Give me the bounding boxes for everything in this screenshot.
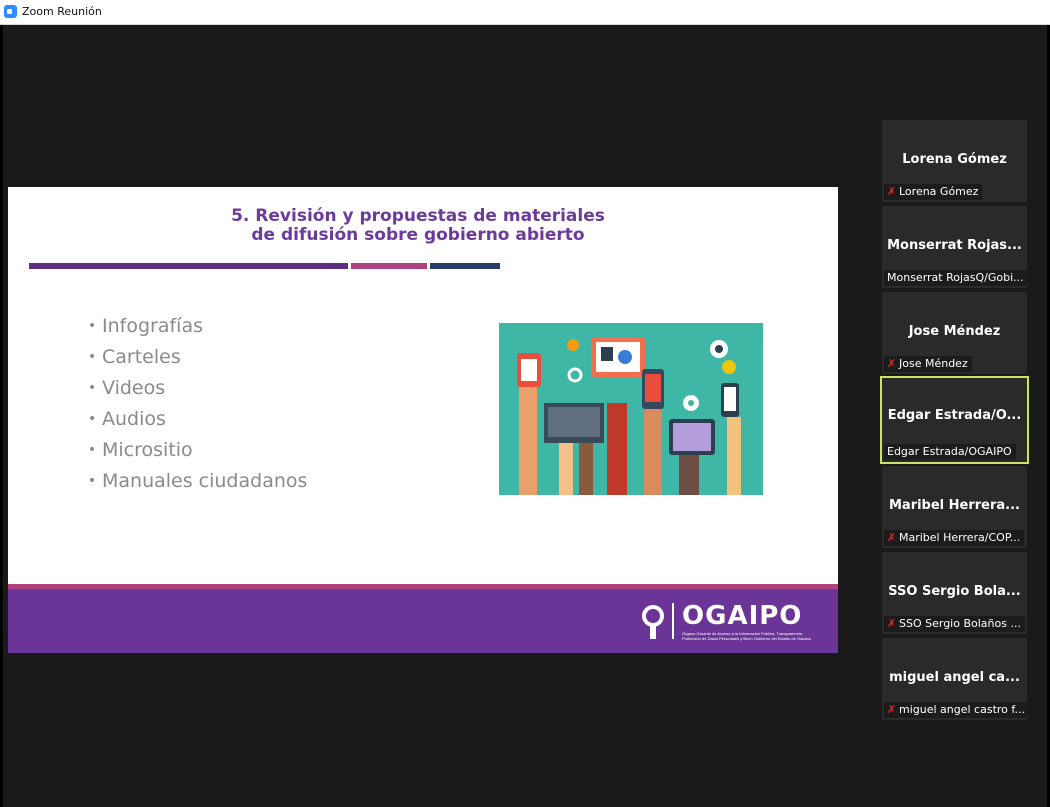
- bullet-item: • Manuales ciudadanos: [88, 470, 308, 492]
- zoom-app-icon: [4, 5, 17, 18]
- participant-name: Lorena Gómez: [902, 152, 1007, 167]
- mic-muted-icon: ✗: [887, 617, 897, 630]
- participant-name: Maribel Herrera...: [888, 498, 1020, 513]
- mic-muted-icon: ✗: [887, 357, 897, 370]
- participant-name: miguel angel ca...: [889, 670, 1020, 685]
- shared-screen-slide: 5. Revisión y propuestas de materiales d…: [8, 187, 838, 653]
- bullet-item: • Audios: [88, 408, 166, 430]
- participant-name: Jose Méndez: [908, 324, 1001, 339]
- slide-title-line-2: de difusión sobre gobierno abierto: [251, 225, 585, 245]
- participant-label: ✗ Jose Méndez: [884, 356, 972, 372]
- bullet-item: • Carteles: [88, 346, 181, 368]
- participant-tile[interactable]: Jose Méndez ✗ Jose Méndez: [882, 292, 1027, 374]
- bullet-item: • Videos: [88, 377, 166, 399]
- participant-name: Edgar Estrada/O...: [887, 408, 1022, 423]
- participant-tile[interactable]: miguel angel ca... ✗ miguel angel castro …: [882, 638, 1028, 720]
- mic-muted-icon: ✗: [887, 185, 897, 198]
- window-title: Zoom Reunión: [22, 5, 102, 18]
- title-underline-pink: [351, 263, 427, 269]
- participant-tile[interactable]: Lorena Gómez ✗ Lorena Gómez: [882, 120, 1027, 202]
- slide-footer: OGAIPO Órgano Garante de Acceso a la Inf…: [8, 589, 838, 653]
- bullet-list: • Infografías • Carteles • Videos • Audios •…: [88, 311, 307, 497]
- ogaipo-logo-icon: [642, 605, 664, 639]
- participant-name: SSO Sergio Bola...: [888, 584, 1021, 599]
- slide-title-line-1: 5. Revisión y propuestas de materiales: [231, 206, 605, 226]
- participant-name: Monserrat Rojas...: [887, 238, 1022, 253]
- ogaipo-logo-subtext: Órgano Garante de Acceso a la Informació…: [682, 631, 811, 641]
- window-titlebar[interactable]: Zoom Reunión: [0, 0, 1050, 25]
- digital-devices-illustration: [499, 323, 763, 495]
- participant-tile[interactable]: SSO Sergio Bola... ✗ SSO Sergio Bolaños .…: [882, 552, 1027, 634]
- title-underline-navy: [430, 263, 500, 269]
- mic-muted-icon: ✗: [887, 531, 897, 544]
- participant-tile-active-speaker[interactable]: Edgar Estrada/O... Edgar Estrada/OGAIPO: [880, 376, 1029, 464]
- bullet-item: • Micrositio: [88, 439, 193, 461]
- participant-label: ✗ Lorena Gómez: [884, 184, 983, 200]
- bullet-item: • Infografías: [88, 315, 203, 337]
- participant-label: Monserrat RojasQ/Gobi...: [884, 270, 1028, 286]
- participant-tile[interactable]: Monserrat Rojas... Monserrat RojasQ/Gobi…: [882, 206, 1028, 288]
- participant-label: ✗ SSO Sergio Bolaños ...: [884, 616, 1025, 632]
- participant-label: ✗ Maribel Herrera/COP...: [884, 530, 1025, 546]
- participant-label: Edgar Estrada/OGAIPO: [884, 444, 1016, 460]
- mic-muted-icon: ✗: [887, 703, 897, 716]
- participant-tile[interactable]: Maribel Herrera... ✗ Maribel Herrera/COP.…: [882, 466, 1027, 548]
- title-underline-purple: [29, 263, 348, 269]
- ogaipo-logo-text: OGAIPO: [682, 601, 803, 631]
- hands-with-devices-image: [499, 323, 763, 495]
- slide-title: 5. Revisión y propuestas de materiales d…: [188, 207, 648, 245]
- participant-label: ✗ miguel angel castro f...: [884, 702, 1028, 718]
- logo-divider: [672, 603, 674, 639]
